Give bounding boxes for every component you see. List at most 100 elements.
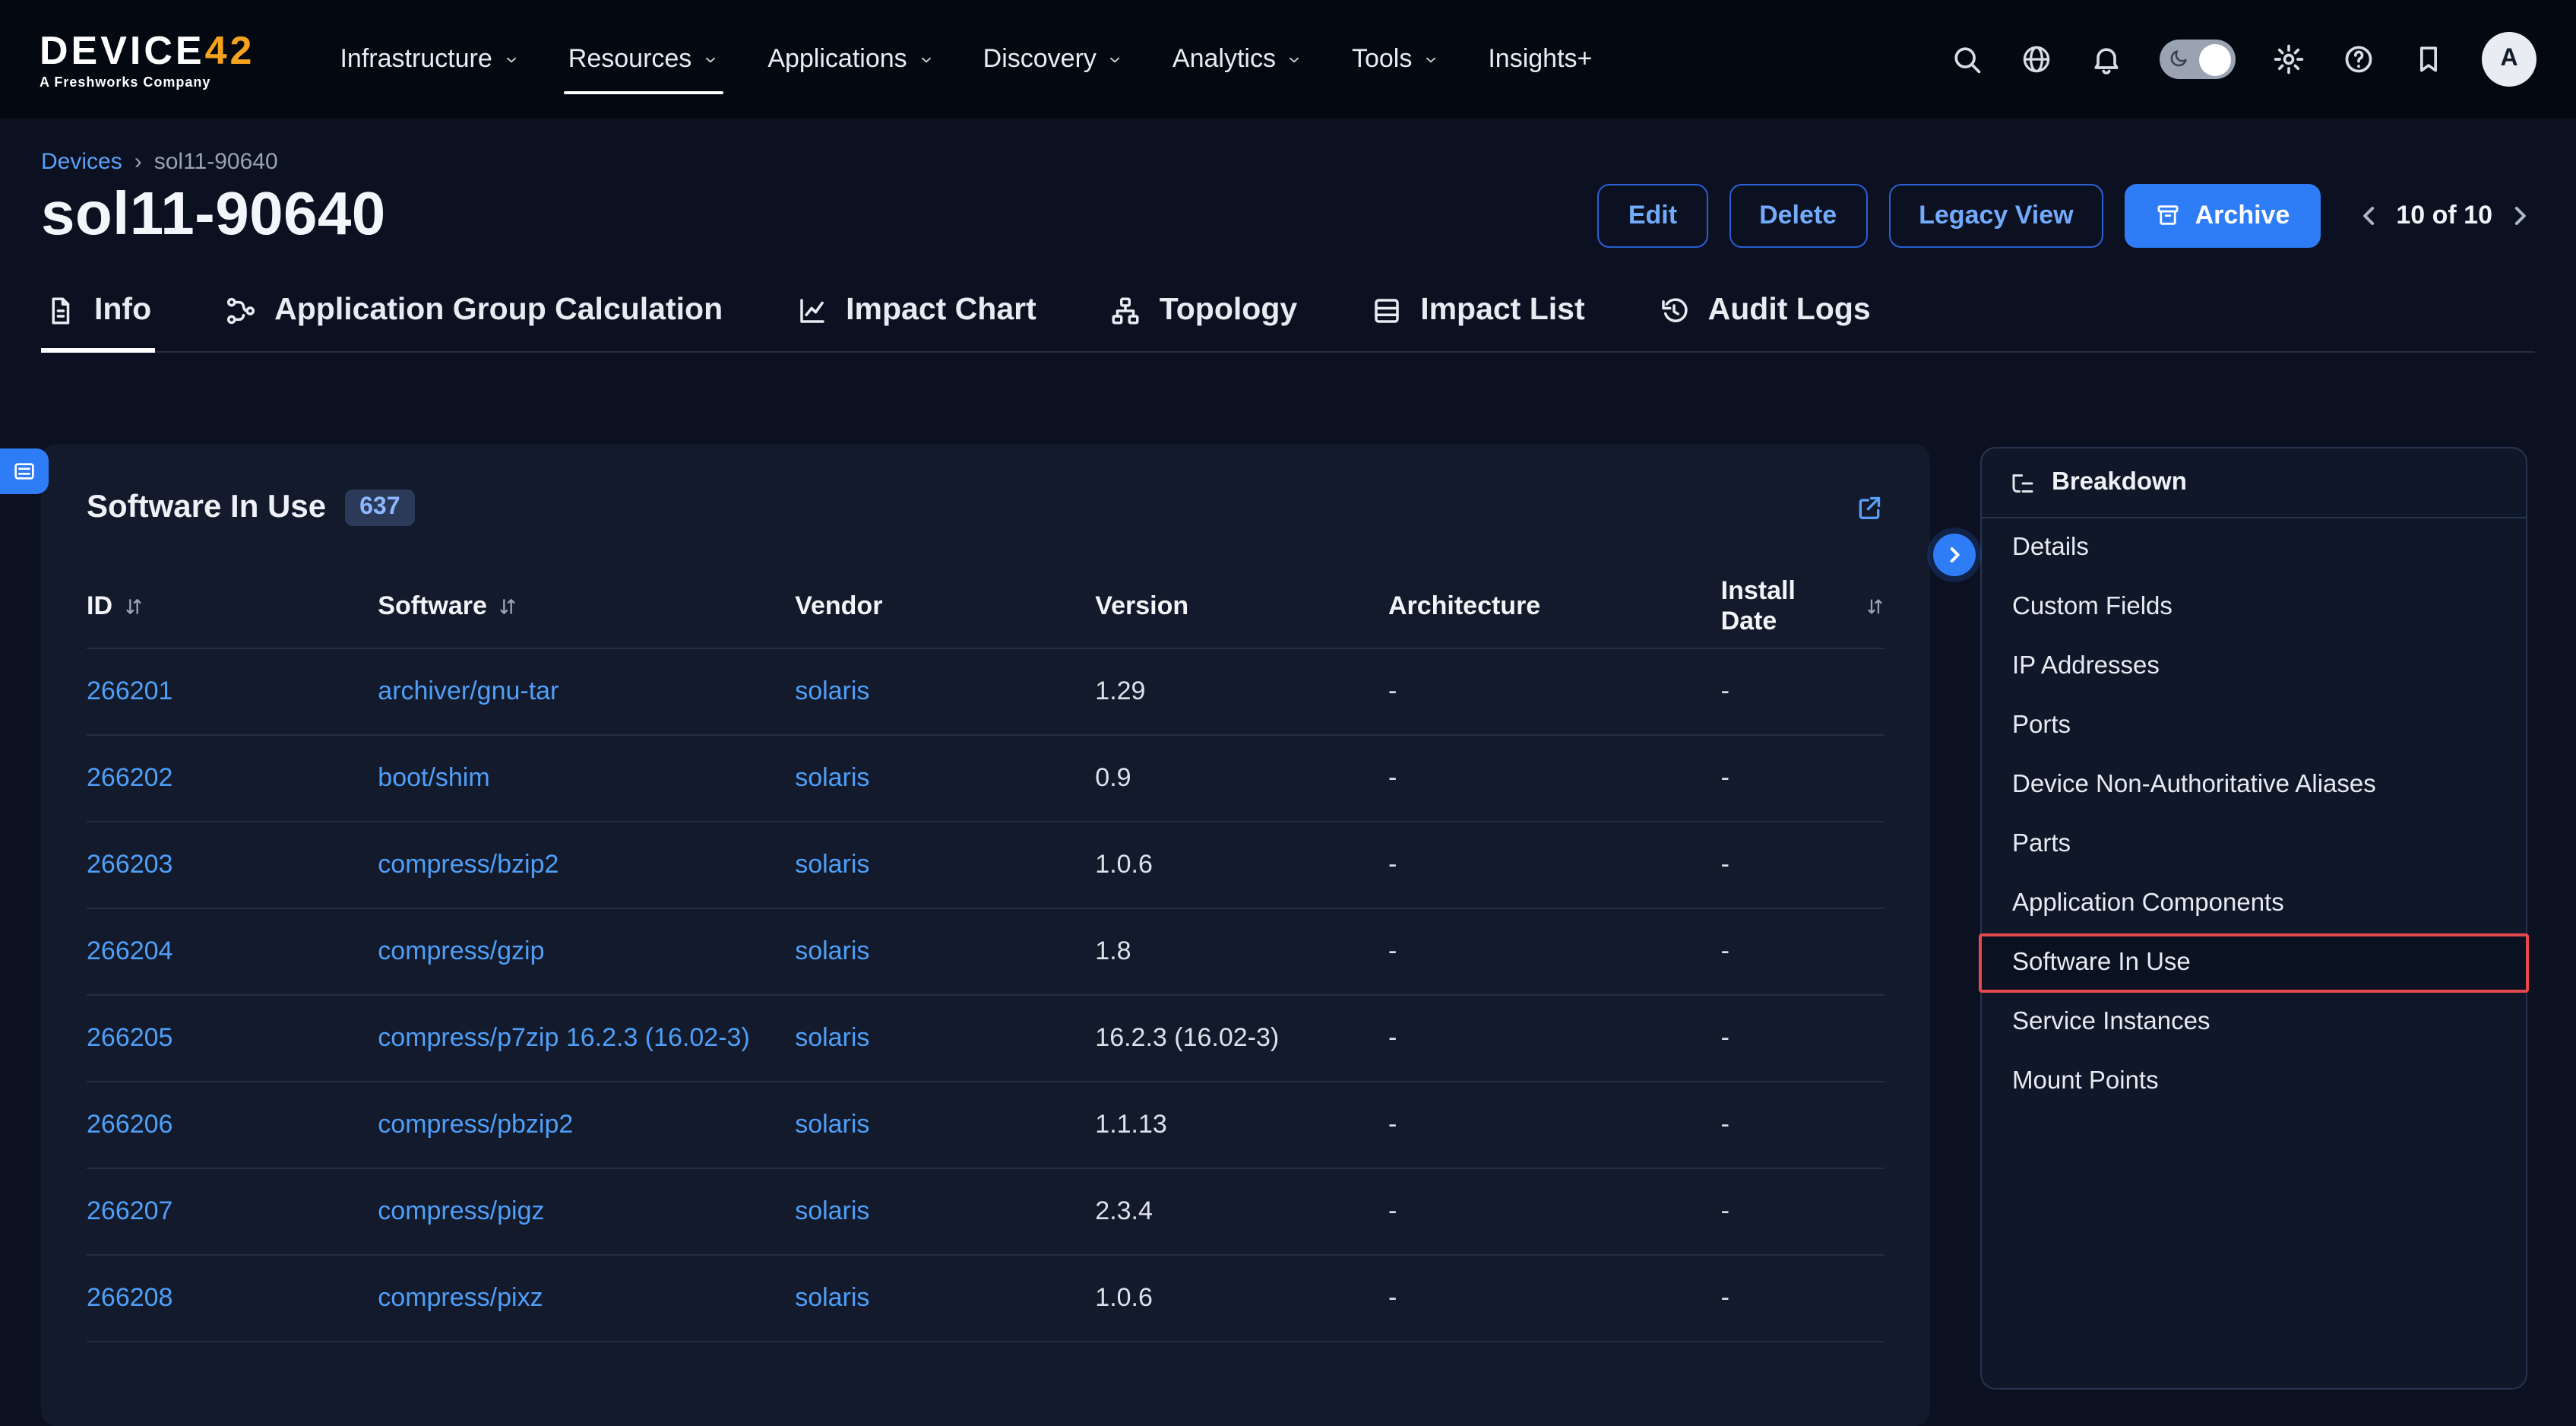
chevron-down-icon bbox=[1286, 51, 1303, 68]
edit-button[interactable]: Edit bbox=[1598, 183, 1707, 247]
legacy-view-button[interactable]: Legacy View bbox=[1888, 183, 2104, 247]
archive-button[interactable]: Archive bbox=[2125, 183, 2321, 247]
column-header-id: ID bbox=[87, 591, 378, 622]
vendor-link[interactable]: solaris bbox=[795, 1283, 869, 1312]
vendor-link[interactable]: solaris bbox=[795, 936, 869, 965]
vendor-link[interactable]: solaris bbox=[795, 1196, 869, 1225]
user-avatar[interactable]: A bbox=[2482, 32, 2536, 87]
chevron-down-icon bbox=[918, 51, 935, 68]
architecture-cell: - bbox=[1388, 1110, 1397, 1139]
table-cell: 266202 bbox=[87, 763, 378, 794]
table-cell: - bbox=[1721, 1283, 1885, 1314]
table-cell: - bbox=[1721, 763, 1885, 794]
page-title: sol11-90640 bbox=[41, 181, 386, 249]
id-link[interactable]: 266207 bbox=[87, 1196, 172, 1225]
software-link[interactable]: archiver/gnu-tar bbox=[378, 677, 559, 705]
sidebar-item-ports[interactable]: Ports bbox=[1982, 696, 2526, 756]
vendor-link[interactable]: solaris bbox=[795, 763, 869, 792]
table-cell: - bbox=[1388, 763, 1721, 794]
delete-button[interactable]: Delete bbox=[1729, 183, 1867, 247]
id-link[interactable]: 266204 bbox=[87, 936, 172, 965]
software-link[interactable]: boot/shim bbox=[378, 763, 489, 792]
bookmark-icon[interactable] bbox=[2412, 43, 2445, 76]
tab-info[interactable]: Info bbox=[41, 280, 154, 351]
sidebar-item-service-instances[interactable]: Service Instances bbox=[1982, 993, 2526, 1052]
sidebar-items: DetailsCustom FieldsIP AddressesPortsDev… bbox=[1982, 518, 2526, 1111]
sort-icon[interactable] bbox=[123, 596, 144, 617]
software-link[interactable]: compress/gzip bbox=[378, 936, 544, 965]
id-link[interactable]: 266205 bbox=[87, 1023, 172, 1052]
brand-logo[interactable]: DEVICE42 A Freshworks Company bbox=[40, 30, 255, 89]
software-link[interactable]: compress/pbzip2 bbox=[378, 1110, 573, 1139]
table-cell: solaris bbox=[795, 1283, 1095, 1314]
external-link-icon[interactable] bbox=[1854, 493, 1885, 523]
nav-item-resources[interactable]: Resources bbox=[544, 0, 744, 119]
vendor-link[interactable]: solaris bbox=[795, 1023, 869, 1052]
column-header-software: Software bbox=[378, 591, 795, 622]
nav-item-tools[interactable]: Tools bbox=[1328, 0, 1464, 119]
previous-record-button[interactable] bbox=[2353, 200, 2384, 230]
table-cell: solaris bbox=[795, 677, 1095, 707]
tab-application-group-calculation[interactable]: Application Group Calculation bbox=[221, 280, 726, 351]
nav-item-analytics[interactable]: Analytics bbox=[1148, 0, 1328, 119]
sidebar-item-details[interactable]: Details bbox=[1982, 518, 2526, 578]
notifications-bell-icon[interactable] bbox=[2090, 43, 2123, 76]
table-cell: 266208 bbox=[87, 1283, 378, 1314]
id-link[interactable]: 266201 bbox=[87, 677, 172, 705]
nav-item-infrastructure[interactable]: Infrastructure bbox=[315, 0, 543, 119]
topology-icon bbox=[1109, 294, 1141, 326]
sort-icon[interactable] bbox=[498, 596, 519, 617]
column-header-install-date: Install Date bbox=[1721, 576, 1885, 637]
id-link[interactable]: 266203 bbox=[87, 850, 172, 879]
table-cell: - bbox=[1388, 850, 1721, 880]
vendor-link[interactable]: solaris bbox=[795, 850, 869, 879]
version-cell: 1.0.6 bbox=[1095, 850, 1153, 879]
column-header-vendor: Vendor bbox=[795, 591, 1095, 622]
brand-name: DEVICE42 bbox=[40, 30, 255, 69]
id-link[interactable]: 266206 bbox=[87, 1110, 172, 1139]
side-panel-toggle[interactable] bbox=[0, 448, 49, 494]
nav-item-applications[interactable]: Applications bbox=[743, 0, 958, 119]
help-icon[interactable] bbox=[2342, 43, 2375, 76]
sidebar-item-application-components[interactable]: Application Components bbox=[1982, 874, 2526, 933]
tab-audit-logs[interactable]: Audit Logs bbox=[1655, 280, 1874, 351]
sort-icon[interactable] bbox=[1864, 596, 1885, 617]
vendor-link[interactable]: solaris bbox=[795, 677, 869, 705]
sidebar-item-device-non-authoritative-aliases[interactable]: Device Non-Authoritative Aliases bbox=[1982, 756, 2526, 815]
version-cell: 1.1.13 bbox=[1095, 1110, 1167, 1139]
globe-icon[interactable] bbox=[2020, 43, 2053, 76]
nav-item-label: Applications bbox=[767, 44, 907, 74]
sidebar-item-parts[interactable]: Parts bbox=[1982, 815, 2526, 874]
table-cell: 1.1.13 bbox=[1095, 1110, 1388, 1140]
table-cell: compress/gzip bbox=[378, 936, 795, 967]
tab-impact-list[interactable]: Impact List bbox=[1367, 280, 1587, 351]
vendor-link[interactable]: solaris bbox=[795, 1110, 869, 1139]
nav-item-discovery[interactable]: Discovery bbox=[959, 0, 1148, 119]
software-link[interactable]: compress/p7zip 16.2.3 (16.02-3) bbox=[378, 1023, 750, 1052]
table-cell: 266203 bbox=[87, 850, 378, 880]
toggle-knob bbox=[2199, 43, 2231, 75]
settings-gear-icon[interactable] bbox=[2272, 43, 2305, 76]
brand-tagline: A Freshworks Company bbox=[40, 74, 255, 89]
software-link[interactable]: compress/bzip2 bbox=[378, 850, 559, 879]
tab-topology[interactable]: Topology bbox=[1106, 280, 1300, 351]
software-link[interactable]: compress/pixz bbox=[378, 1283, 543, 1312]
sidebar-item-software-in-use[interactable]: Software In Use bbox=[1979, 933, 2529, 993]
table-cell: - bbox=[1721, 850, 1885, 880]
table-cell: 16.2.3 (16.02-3) bbox=[1095, 1023, 1388, 1054]
theme-toggle[interactable] bbox=[2160, 40, 2236, 79]
software-link[interactable]: compress/pigz bbox=[378, 1196, 544, 1225]
next-record-button[interactable] bbox=[2505, 200, 2535, 230]
install-date-cell: - bbox=[1721, 1196, 1729, 1225]
id-link[interactable]: 266208 bbox=[87, 1283, 172, 1312]
sidebar-item-ip-addresses[interactable]: IP Addresses bbox=[1982, 637, 2526, 696]
nav-item-insights+[interactable]: Insights+ bbox=[1464, 0, 1616, 119]
id-link[interactable]: 266202 bbox=[87, 763, 172, 792]
breadcrumb-devices-link[interactable]: Devices bbox=[41, 149, 122, 175]
tab-impact-chart[interactable]: Impact Chart bbox=[793, 280, 1040, 351]
sidebar-item-mount-points[interactable]: Mount Points bbox=[1982, 1052, 2526, 1111]
sidebar-item-custom-fields[interactable]: Custom Fields bbox=[1982, 578, 2526, 637]
collapse-sidebar-button[interactable] bbox=[1933, 534, 1976, 576]
table-row: 266201archiver/gnu-tarsolaris1.29-- bbox=[87, 648, 1885, 734]
search-icon[interactable] bbox=[1950, 43, 1983, 76]
